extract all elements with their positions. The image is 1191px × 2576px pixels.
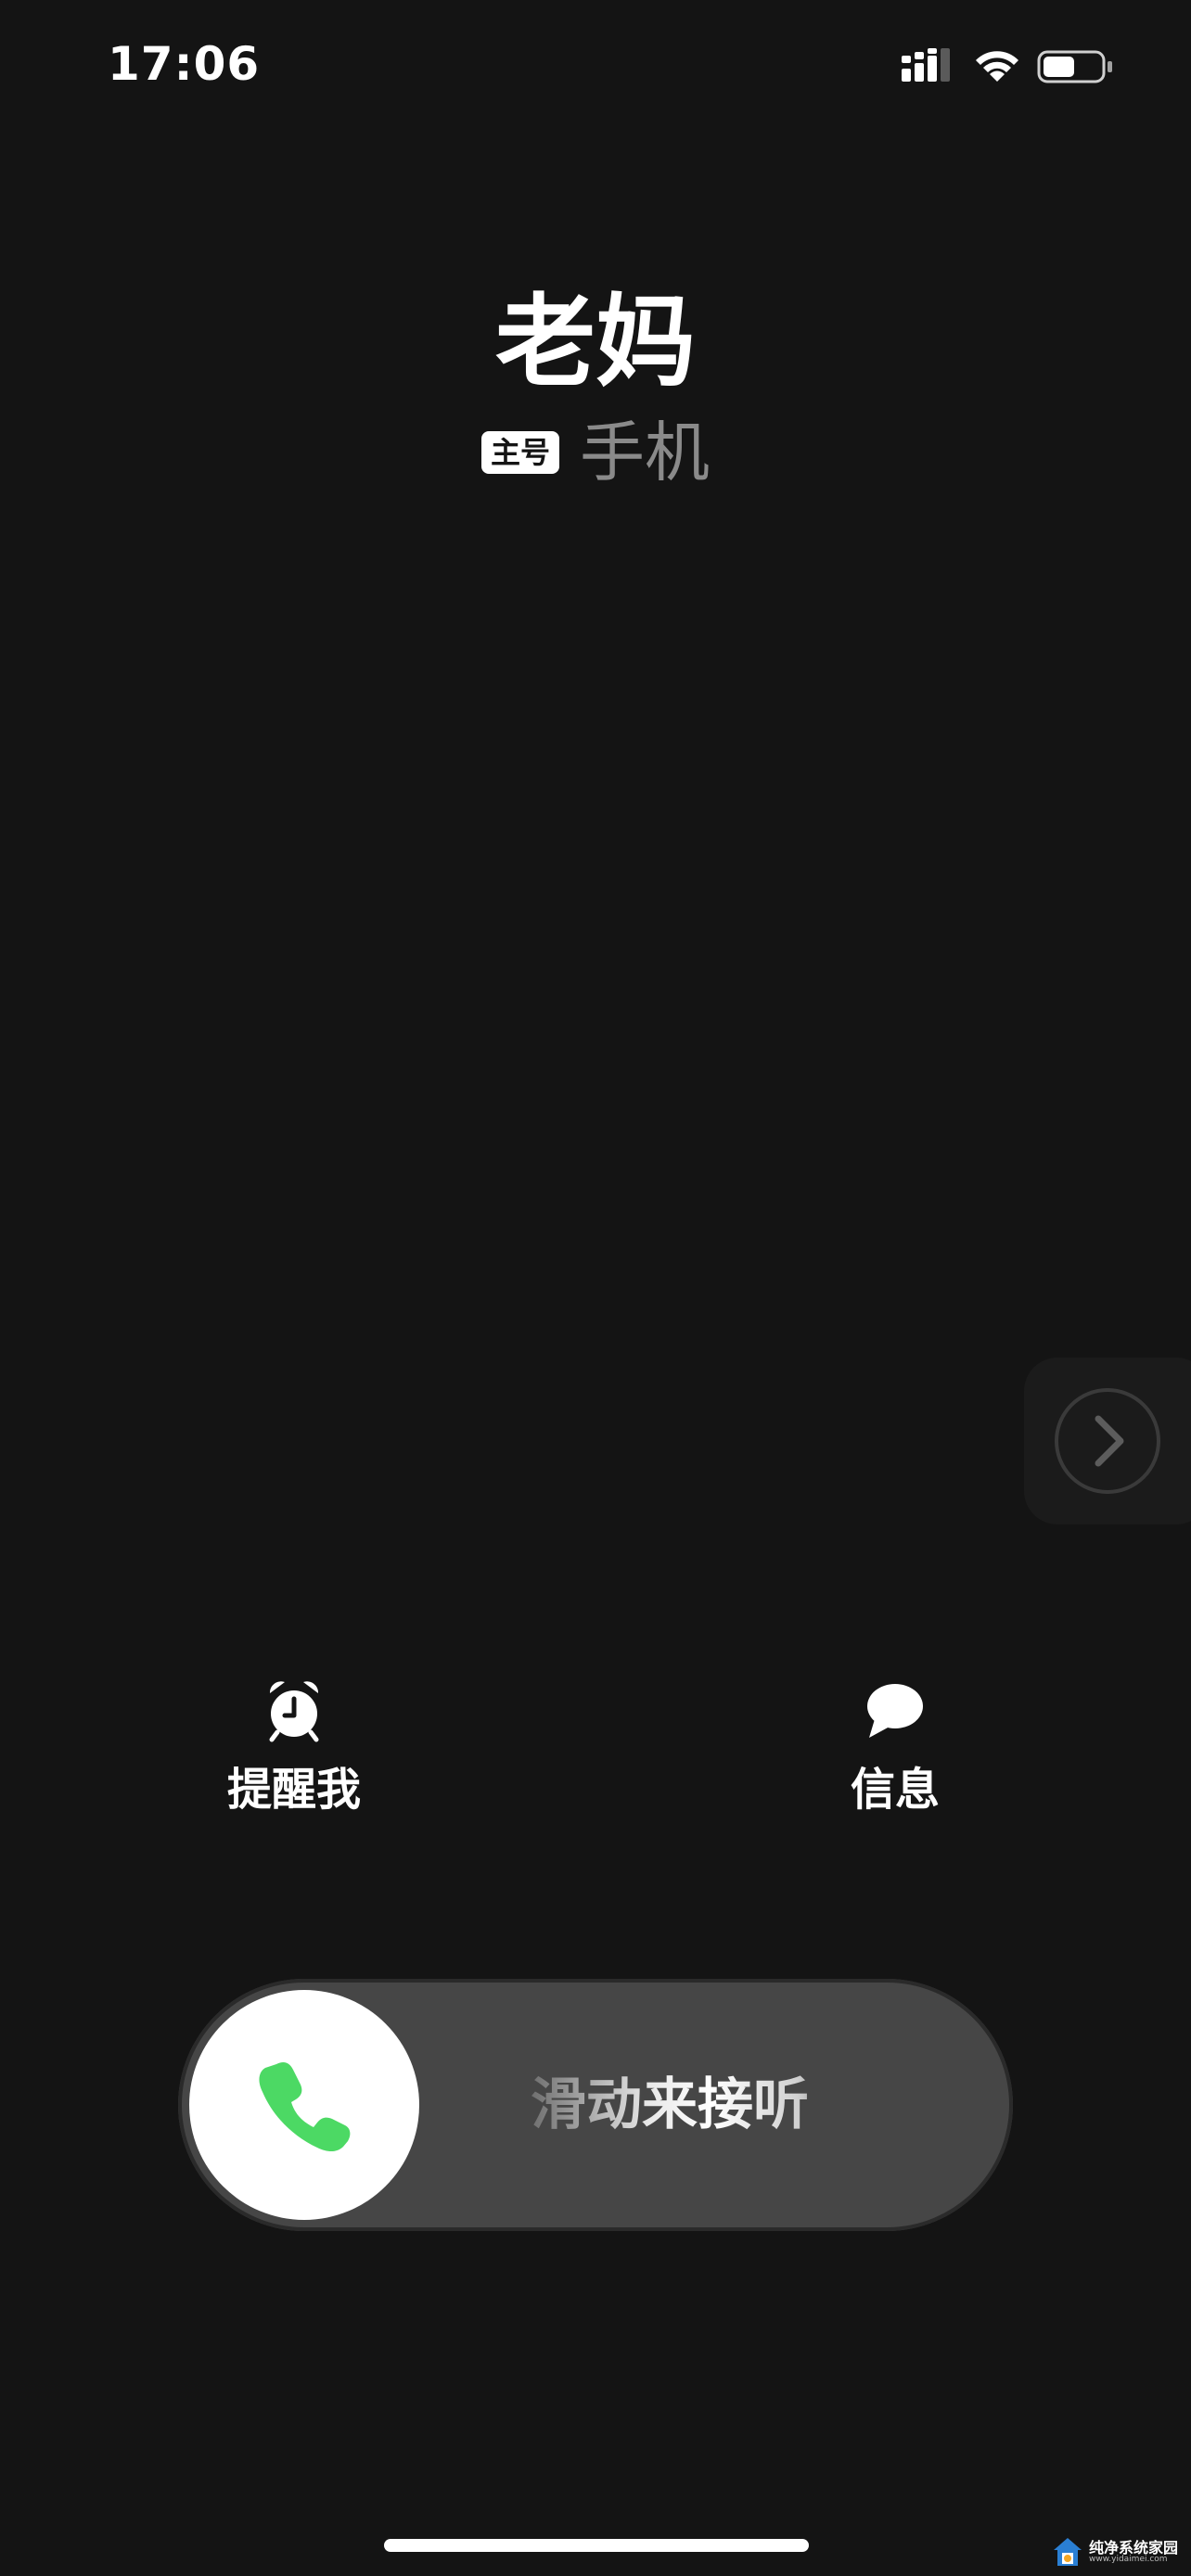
slide-to-answer-slider[interactable]: 滑动来接听 xyxy=(178,1979,1013,2231)
signal-icon xyxy=(902,48,950,82)
status-bar: 17:06 xyxy=(0,0,1191,139)
status-time: 17:06 xyxy=(108,37,261,91)
watermark-logo-icon xyxy=(1054,2538,1082,2566)
caller-name: 老妈 xyxy=(494,285,696,401)
home-indicator[interactable] xyxy=(384,2539,809,2552)
battery-icon xyxy=(1037,50,1112,83)
caller-subtitle: 主号 手机 xyxy=(0,413,1191,492)
watermark: 纯净系统家园 www.yidaimei.com xyxy=(1052,2533,1182,2570)
wifi-icon xyxy=(976,51,1018,82)
sim-badge: 主号 xyxy=(480,431,559,474)
speech-bubble-icon xyxy=(867,1684,923,1738)
remind-me-button[interactable]: 提醒我 xyxy=(183,1678,405,1817)
remind-me-label: 提醒我 xyxy=(226,1764,361,1816)
slide-to-answer-label: 滑动来接听 xyxy=(456,1979,883,2231)
message-label: 信息 xyxy=(850,1764,940,1816)
alarm-clock-icon xyxy=(269,1681,319,1742)
watermark-title: 纯净系统家园 xyxy=(1089,2538,1179,2557)
message-button[interactable]: 信息 xyxy=(784,1678,1006,1817)
phone-type-label: 手机 xyxy=(580,414,710,491)
watermark-url: www.yidaimei.com xyxy=(1089,2554,1168,2564)
answer-knob[interactable] xyxy=(189,1990,419,2220)
phone-icon xyxy=(259,2062,351,2152)
chevron-right-icon[interactable] xyxy=(1054,1387,1161,1495)
